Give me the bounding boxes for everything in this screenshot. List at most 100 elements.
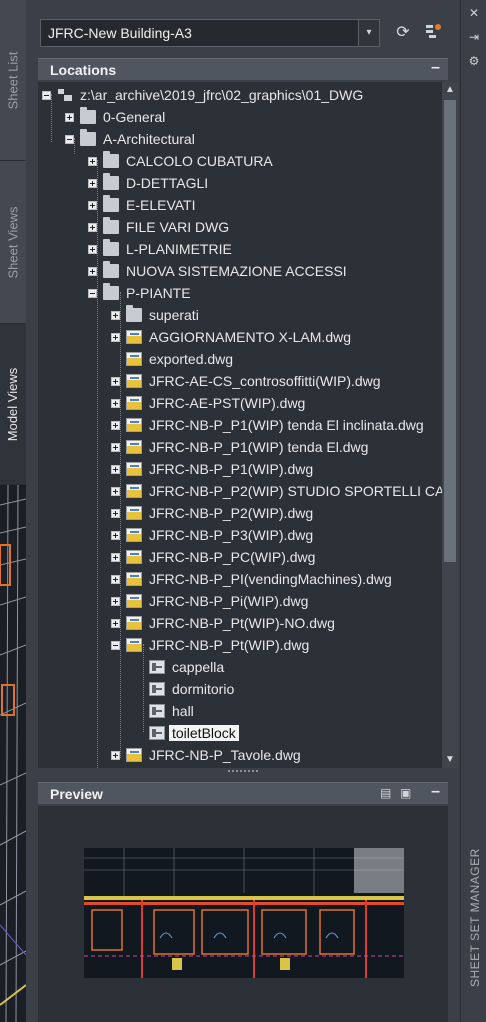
expand-icon[interactable] [111, 552, 120, 562]
tree-row[interactable]: JFRC-NB-P_P1(WIP) tenda El inclinata.dwg [111, 414, 424, 436]
folder-icon [103, 283, 119, 300]
tree-row[interactable]: dormitorio [134, 678, 234, 700]
drawing-preview-thumbnail [84, 848, 404, 978]
locations-header: Locations – [38, 58, 448, 80]
tree-row[interactable]: JFRC-AE-PST(WIP).dwg [111, 392, 305, 414]
expand-icon[interactable] [111, 574, 120, 584]
preview-pane [38, 806, 448, 1022]
tree-row[interactable]: P-PIANTE [88, 282, 191, 304]
expand-icon[interactable] [111, 750, 120, 760]
image-preview-icon[interactable]: ▣ [400, 786, 414, 800]
expand-icon[interactable] [111, 420, 120, 430]
expand-icon[interactable] [111, 376, 120, 386]
tree-item-label: JFRC-NB-P_P1(WIP).dwg [149, 461, 314, 477]
expand-icon[interactable] [65, 112, 74, 122]
details-icon[interactable]: ▤ [380, 786, 394, 800]
tree-row[interactable]: A-Architectural [65, 128, 195, 150]
expand-icon[interactable] [88, 200, 97, 210]
expand-icon[interactable] [111, 618, 120, 628]
collapse-icon[interactable] [65, 134, 74, 144]
refresh-icon[interactable]: ⟳ [392, 22, 414, 44]
tree-item-label: JFRC-NB-P_PI(vendingMachines).dwg [149, 571, 392, 587]
expand-icon[interactable] [88, 222, 97, 232]
minimize-icon[interactable]: – [431, 59, 440, 77]
scroll-down-icon[interactable]: ▼ [442, 752, 458, 768]
collapse-icon[interactable] [88, 288, 97, 298]
tree-row[interactable]: NUOVA SISTEMAZIONE ACCESSI [88, 260, 347, 282]
tree-item-label: NUOVA SISTEMAZIONE ACCESSI [126, 263, 347, 279]
properties-icon[interactable]: ⚙ [467, 54, 481, 68]
collapse-icon[interactable] [42, 90, 51, 100]
folder-icon [126, 305, 142, 322]
drawing-canvas-edge [0, 485, 26, 1022]
panel-splitter[interactable] [38, 768, 448, 776]
collapse-icon[interactable] [111, 640, 120, 650]
expand-icon[interactable] [111, 596, 120, 606]
scrollbar-thumb[interactable] [444, 100, 456, 562]
tree-item-label: JFRC-NB-P_P3(WIP).dwg [149, 527, 314, 543]
auto-hide-icon[interactable]: ⇥ [467, 30, 481, 44]
tree-row[interactable]: toiletBlock [134, 722, 239, 744]
expand-icon[interactable] [111, 486, 120, 496]
tree-row[interactable]: z:\ar_archive\2019_jfrc\02_graphics\01_D… [42, 84, 363, 106]
tree-row[interactable]: JFRC-NB-P_P3(WIP).dwg [111, 524, 313, 546]
tree-row[interactable]: hall [134, 700, 194, 722]
tree-item-label: FILE VARI DWG [126, 219, 230, 235]
close-icon[interactable]: ✕ [467, 6, 481, 20]
tree-row[interactable]: JFRC-NB-P_PC(WIP).dwg [111, 546, 315, 568]
expand-icon[interactable] [111, 332, 120, 342]
model-view-icon [149, 660, 165, 674]
tree-row[interactable]: E-ELEVATI [88, 194, 196, 216]
expand-icon[interactable] [88, 244, 97, 254]
tree-scrollbar[interactable]: ▲ ▼ [442, 82, 458, 768]
tree-item-label: L-PLANIMETRIE [126, 241, 232, 257]
tree-row[interactable]: AGGIORNAMENTO X-LAM.dwg [111, 326, 351, 348]
locations-tree[interactable]: z:\ar_archive\2019_jfrc\02_graphics\01_D… [38, 82, 448, 768]
tree-row[interactable]: D-DETTAGLI [88, 172, 208, 194]
expand-icon[interactable] [88, 156, 97, 166]
tree-row[interactable]: exported.dwg [111, 348, 233, 370]
tree-item-label: superati [149, 307, 199, 323]
tab-model-views[interactable]: Model Views [0, 324, 26, 485]
tab-sheet-views[interactable]: Sheet Views [0, 161, 26, 324]
tree-row[interactable]: L-PLANIMETRIE [88, 238, 232, 260]
expand-icon[interactable] [111, 508, 120, 518]
tree-row[interactable]: JFRC-NB-P_Tavole.dwg [111, 744, 301, 766]
dwg-file-icon [126, 506, 142, 520]
tree-item-label: cappella [172, 659, 225, 675]
expand-icon[interactable] [111, 310, 120, 320]
folder-icon [103, 151, 119, 168]
tree-row[interactable]: CALCOLO CUBATURA [88, 150, 273, 172]
tree-row[interactable]: JFRC-NB-P_Pt(WIP)-NO.dwg [111, 612, 335, 634]
expand-icon[interactable] [111, 398, 120, 408]
tab-sheet-list[interactable]: Sheet List [0, 0, 26, 161]
tree-row[interactable]: JFRC-NB-P_Pi(WIP).dwg [111, 590, 308, 612]
expand-icon[interactable] [111, 464, 120, 474]
tree-row[interactable]: JFRC-NB-P_P2(WIP).dwg [111, 502, 313, 524]
tree-row[interactable]: JFRC-NB-P_PI(vendingMachines).dwg [111, 568, 392, 590]
tree-row[interactable]: superati [111, 304, 199, 326]
tree-row[interactable]: cappella [134, 656, 224, 678]
model-view-options-icon[interactable] [422, 22, 444, 44]
sheet-set-dropdown[interactable]: JFRC-New Building-A3 ▾ [40, 19, 380, 47]
expand-icon[interactable] [88, 266, 97, 276]
palette-title-bar[interactable]: ✕ ⇥ ⚙ SHEET SET MANAGER [460, 0, 486, 1022]
expand-icon[interactable] [111, 530, 120, 540]
scroll-up-icon[interactable]: ▲ [442, 82, 458, 98]
tree-item-label: z:\ar_archive\2019_jfrc\02_graphics\01_D… [80, 87, 364, 103]
expand-icon[interactable] [88, 178, 97, 188]
minimize-icon[interactable]: – [431, 783, 440, 801]
tree-row[interactable]: JFRC-NB-P_P2(WIP) STUDIO SPORTELLI CA [111, 480, 444, 502]
tree-row[interactable]: JFRC-AE-CS_controsoffitti(WIP).dwg [111, 370, 381, 392]
chevron-down-icon[interactable]: ▾ [358, 20, 379, 46]
tree-row[interactable]: 0-General [65, 106, 165, 128]
tree-row[interactable]: FILE VARI DWG [88, 216, 229, 238]
tree-row[interactable]: JFRC-NB-P_P1(WIP).dwg [111, 458, 313, 480]
expand-icon[interactable] [111, 442, 120, 452]
tree-item-label: AGGIORNAMENTO X-LAM.dwg [149, 329, 352, 345]
tree-row[interactable]: JFRC-NB-P_P1(WIP) tenda El.dwg [111, 436, 368, 458]
drawing-canvas-lines [0, 485, 26, 1022]
tree-item-label: JFRC-NB-P_P1(WIP) tenda El.dwg [149, 439, 369, 455]
tree-row[interactable]: JFRC-NB-P_Pt(WIP).dwg [111, 634, 309, 656]
dwg-file-icon [126, 396, 142, 410]
